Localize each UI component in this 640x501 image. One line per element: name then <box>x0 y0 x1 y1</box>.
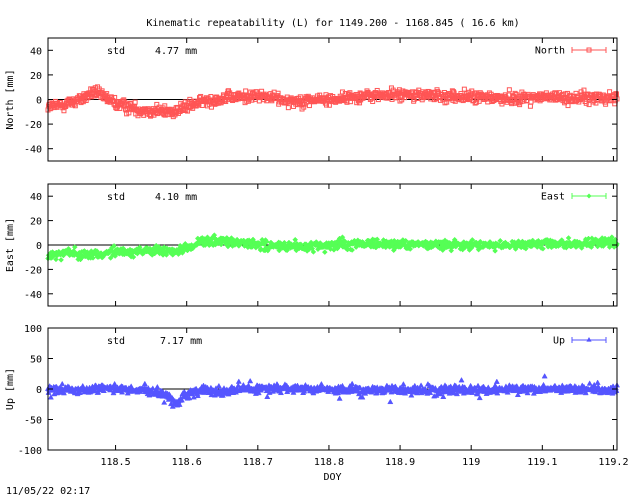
north-point <box>132 99 138 105</box>
x-tick-label: 119.2 <box>598 457 628 468</box>
timestamp-label: 11/05/22 02:17 <box>6 486 90 496</box>
legend-label: Up <box>553 336 565 347</box>
x-tick-label: 118.7 <box>243 457 273 468</box>
y-tick-label: -20 <box>24 120 42 131</box>
up-point <box>161 399 168 405</box>
y-tick-label: 0 <box>36 96 42 107</box>
up-point <box>247 377 254 384</box>
x-tick-label: 118.5 <box>101 457 131 468</box>
y-tick-label: 0 <box>36 241 42 252</box>
up-point <box>235 378 242 384</box>
north-point <box>586 102 592 108</box>
up-point <box>387 398 394 405</box>
up-point <box>349 380 356 387</box>
up-point <box>318 380 325 387</box>
up-point <box>264 393 271 399</box>
y-tick-label: 40 <box>30 192 42 203</box>
legend-label: East <box>541 192 565 203</box>
y-tick-label: 50 <box>30 355 42 366</box>
y-tick-label: -40 <box>24 145 42 156</box>
y-tick-label: 0 <box>36 385 42 396</box>
y-tick-label: 100 <box>24 324 42 335</box>
up-point <box>336 395 343 401</box>
north-point <box>506 87 512 93</box>
legend-marker <box>586 193 592 199</box>
std-value: 7.17 mm <box>160 336 202 347</box>
north-point <box>527 103 533 109</box>
east-point <box>565 235 572 241</box>
std-label: std <box>107 192 125 203</box>
up-point <box>493 378 500 384</box>
legend-label: North <box>535 46 565 57</box>
up-point <box>586 380 593 386</box>
up-point <box>59 380 66 387</box>
panel-east: -40 -20 0 20 40 East [mm] std 4.10 mm East <box>5 183 620 307</box>
up-points <box>44 373 621 409</box>
panel-north: -40 -20 0 20 40 North [mm] std 4.77 mm North <box>5 37 620 162</box>
std-value: 4.10 mm <box>155 192 197 203</box>
x-tick-label: 118.8 <box>314 457 344 468</box>
up-point <box>540 381 547 388</box>
x-tick-label: 118.9 <box>385 457 415 468</box>
north-point <box>607 89 613 95</box>
panel-up: -100 -50 0 50 100 118.5 118.6 118.7 118.8 118.9 11… <box>5 324 628 483</box>
y-tick-label: 40 <box>30 46 42 57</box>
up-point <box>154 383 161 390</box>
std-label: std <box>107 46 125 57</box>
chart-title: Kinematic repeatability (L) for 1149.200… <box>146 18 519 29</box>
east-point <box>321 249 328 255</box>
east-points <box>45 232 620 263</box>
y-tick-label: -20 <box>24 265 42 276</box>
x-tick-label: 118.6 <box>172 457 202 468</box>
y-tick-label: 20 <box>30 217 42 228</box>
up-point <box>215 382 222 389</box>
north-points <box>45 84 620 120</box>
std-value: 4.77 mm <box>155 46 197 57</box>
x-tick-label: 119.1 <box>527 457 557 468</box>
up-point <box>458 377 465 383</box>
std-label: std <box>107 336 125 347</box>
legend-marker <box>586 337 592 342</box>
north-y-axis-label: North [mm] <box>5 69 16 129</box>
up-point <box>474 382 482 388</box>
north-point <box>461 86 467 92</box>
north-point <box>285 105 291 111</box>
up-point <box>141 380 148 387</box>
east-point <box>58 257 64 263</box>
y-tick-label: -100 <box>18 446 42 457</box>
y-tick-label: -50 <box>24 416 42 427</box>
up-point <box>400 381 407 387</box>
up-point <box>541 373 548 379</box>
x-axis-label: DOY <box>323 472 341 483</box>
chart-canvas: Kinematic repeatability (L) for 1149.200… <box>5 18 628 497</box>
up-y-axis-label: Up [mm] <box>5 368 16 410</box>
y-tick-label: 20 <box>30 71 42 82</box>
east-y-axis-label: East [mm] <box>5 218 16 272</box>
y-tick-label: -40 <box>24 290 42 301</box>
chart-figure: Kinematic repeatability (L) for 1149.200… <box>0 0 640 497</box>
x-tick-label: 119 <box>462 457 480 468</box>
up-point <box>594 379 601 385</box>
